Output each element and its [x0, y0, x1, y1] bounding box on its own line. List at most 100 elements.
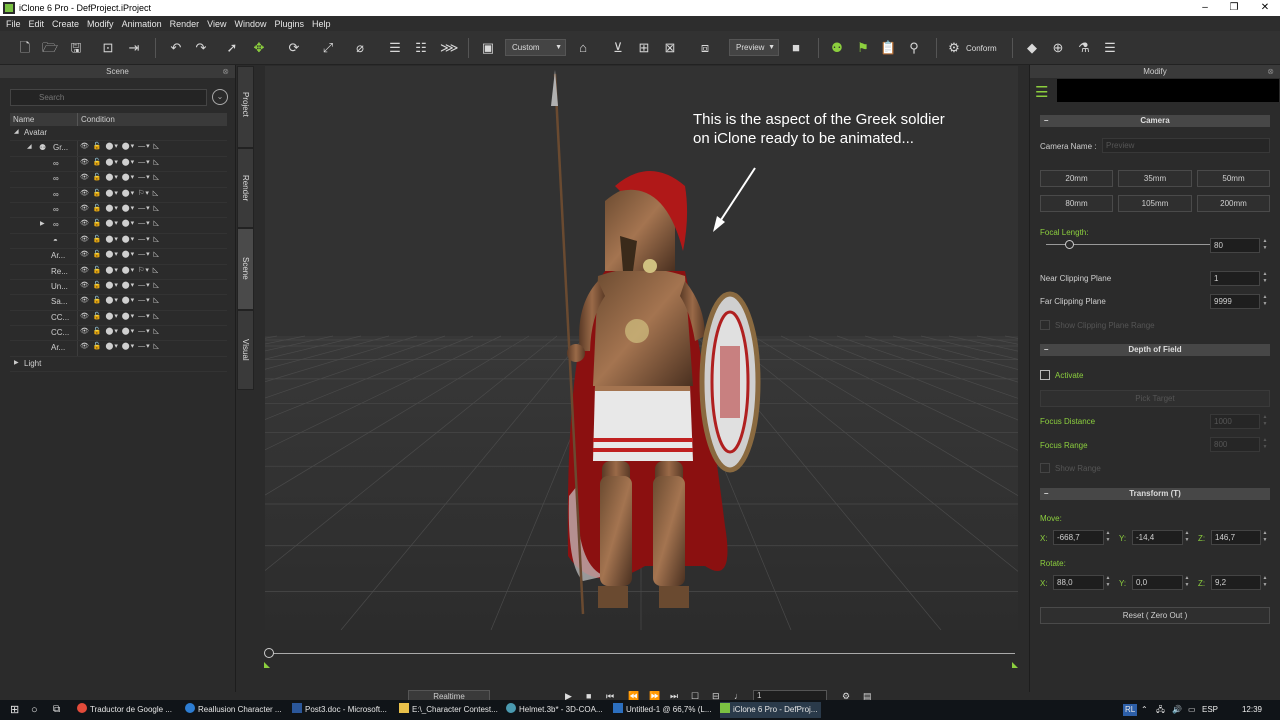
- view-dropdown[interactable]: Custom ▼: [505, 39, 566, 56]
- move-z-field[interactable]: 146,7: [1211, 530, 1261, 545]
- tree-row[interactable]: Re... 👁 🔓 ⬤▾ ⬤▾ ⚐▾ ◺: [10, 264, 227, 280]
- spinner-icon[interactable]: ▲ ▼: [1104, 530, 1112, 545]
- frame-selected-icon[interactable]: ⊞: [636, 40, 652, 56]
- move-x-field[interactable]: -668,7: [1053, 530, 1104, 545]
- condition-icons[interactable]: 👁 🔓 ⬤▾ ⬤▾ —▾ ◺: [80, 158, 160, 166]
- taskbar-item-word[interactable]: Post3.doc - Microsoft...: [292, 702, 393, 718]
- panel-close-icon[interactable]: ⊗: [1267, 65, 1274, 78]
- condition-icons[interactable]: 👁 🔓 ⬤▾ ⬤▾ —▾ ◺: [80, 327, 160, 335]
- col-condition[interactable]: Condition: [78, 113, 115, 126]
- camera-section-header[interactable]: – Camera: [1040, 115, 1270, 127]
- rotate-gizmo-icon[interactable]: ⟳: [286, 40, 302, 56]
- move-gizmo-icon[interactable]: ✥: [251, 40, 267, 56]
- menu-plugins[interactable]: Plugins: [275, 19, 305, 29]
- tree-row[interactable]: ◢ ⚉ Gr... 👁 🔓 ⬤▾ ⬤▾ —▾ ◺: [10, 141, 227, 157]
- menu-modify[interactable]: Modify: [87, 19, 114, 29]
- video-camera-icon[interactable]: ■: [788, 40, 804, 56]
- timeline-playhead[interactable]: [264, 648, 274, 658]
- taskbar-item-edge[interactable]: Reallusion Character ...: [185, 702, 286, 718]
- col-name[interactable]: Name: [10, 113, 78, 126]
- language-indicator[interactable]: ESP: [1202, 705, 1218, 714]
- menu-file[interactable]: File: [6, 19, 21, 29]
- search-input[interactable]: [10, 89, 207, 106]
- tray-chevron-icon[interactable]: ⌃: [1141, 702, 1148, 718]
- menu-edit[interactable]: Edit: [29, 19, 45, 29]
- transform-section-header[interactable]: – Transform (T): [1040, 488, 1270, 500]
- expand-arrow-icon[interactable]: ▶: [14, 359, 19, 366]
- reset-zero-out-button[interactable]: Reset ( Zero Out ): [1040, 607, 1270, 624]
- cortana-search-icon[interactable]: ○: [31, 702, 38, 718]
- timeline-start-marker[interactable]: [264, 662, 270, 668]
- taskbar-item-photoshop[interactable]: Untitled-1 @ 66,7% (L...: [613, 702, 714, 718]
- scale-gizmo-icon[interactable]: ⤢: [320, 40, 336, 56]
- taskbar-item-3dcoat[interactable]: Helmet.3b* - 3D-COA...: [506, 702, 607, 718]
- conform-icon[interactable]: ⚙: [946, 40, 962, 56]
- distribute-tool-icon[interactable]: ☷: [413, 40, 429, 56]
- system-clock[interactable]: 12:39: [1242, 705, 1262, 714]
- lens-35mm-button[interactable]: 35mm: [1118, 170, 1192, 187]
- filter-icon[interactable]: ⌄: [212, 89, 228, 105]
- tree-row[interactable]: Ar... 👁 🔓 ⬤▾ ⬤▾ —▾ ◺: [10, 341, 227, 357]
- lens-200mm-button[interactable]: 200mm: [1197, 195, 1270, 212]
- spinner-icon[interactable]: ▲ ▼: [1261, 575, 1269, 590]
- lens-80mm-button[interactable]: 80mm: [1040, 195, 1113, 212]
- menu-animation[interactable]: Animation: [122, 19, 162, 29]
- expand-arrow-icon[interactable]: ◢: [27, 143, 32, 150]
- tree-row[interactable]: ▶ ∞ 👁 🔓 ⬤▾ ⬤▾ —▾ ◺: [10, 218, 227, 234]
- frame-down-icon[interactable]: ⊻: [610, 40, 626, 56]
- spinner-icon[interactable]: ▲ ▼: [1261, 414, 1269, 429]
- tree-row[interactable]: ∞ 👁 🔓 ⬤▾ ⬤▾ —▾ ◺: [10, 172, 227, 188]
- clipboard-icon[interactable]: 📋: [880, 40, 896, 56]
- tree-row[interactable]: ∞ 👁 🔓 ⬤▾ ⬤▾ ⚐▾ ◺: [10, 187, 227, 203]
- minimize-button[interactable]: –: [1190, 0, 1220, 16]
- volume-icon[interactable]: 🔊: [1172, 702, 1182, 718]
- link-tool-icon[interactable]: ⋙: [440, 40, 459, 56]
- taskbar-item-explorer[interactable]: E:\_Character Contest...: [399, 702, 500, 718]
- task-view-icon[interactable]: ⧉: [53, 702, 60, 718]
- rotate-y-field[interactable]: 0,0: [1132, 575, 1183, 590]
- undo-icon[interactable]: ↶: [168, 40, 184, 56]
- 3d-viewport[interactable]: This is the aspect of the Greek soldier …: [265, 66, 1018, 630]
- lens-20mm-button[interactable]: 20mm: [1040, 170, 1113, 187]
- menu-window[interactable]: Window: [234, 19, 266, 29]
- tab-project[interactable]: Project: [237, 66, 254, 148]
- tree-row[interactable]: Ar... 👁 🔓 ⬤▾ ⬤▾ —▾ ◺: [10, 249, 227, 265]
- spinner-icon[interactable]: ▲ ▼: [1261, 271, 1269, 286]
- condition-icons[interactable]: 👁 🔓 ⬤▾ ⬤▾ —▾ ◺: [80, 235, 160, 243]
- focal-length-field[interactable]: 80: [1210, 238, 1260, 253]
- import-icon[interactable]: ⊡: [100, 40, 116, 56]
- camera-name-field[interactable]: Preview: [1102, 138, 1270, 153]
- dof-section-header[interactable]: – Depth of Field: [1040, 344, 1270, 356]
- menu-create[interactable]: Create: [52, 19, 79, 29]
- tree-row[interactable]: ∞ 👁 🔓 ⬤▾ ⬤▾ —▾ ◺: [10, 156, 227, 173]
- dof-activate-checkbox[interactable]: [1040, 370, 1050, 380]
- condition-icons[interactable]: 👁 🔓 ⬤▾ ⬤▾ —▾ ◺: [80, 173, 160, 181]
- focal-length-slider-thumb[interactable]: [1065, 240, 1075, 249]
- fit-view-icon[interactable]: ⧈: [697, 40, 713, 56]
- tab-scene[interactable]: Scene: [237, 228, 254, 310]
- save-icon[interactable]: 🖫: [68, 40, 84, 56]
- camera-view-icon[interactable]: ▣: [480, 40, 496, 56]
- condition-icons[interactable]: 👁 🔓 ⬤▾ ⬤▾ ⚐▾ ◺: [80, 266, 159, 274]
- rotate-z-field[interactable]: 9,2: [1211, 575, 1261, 590]
- home-view-icon[interactable]: ⌂: [575, 40, 591, 56]
- zoom-extent-icon[interactable]: ⊠: [662, 40, 678, 56]
- diamond-key-icon[interactable]: ◆: [1024, 40, 1040, 56]
- spinner-icon[interactable]: ▲ ▼: [1261, 294, 1269, 309]
- condition-icons[interactable]: 👁 🔓 ⬤▾ ⬤▾ ⚐▾ ◺: [80, 189, 159, 197]
- show-range-checkbox[interactable]: [1040, 463, 1050, 473]
- expand-arrow-icon[interactable]: ▶: [40, 220, 45, 227]
- align-tool-icon[interactable]: ☰: [387, 40, 403, 56]
- pick-target-button[interactable]: Pick Target: [1040, 390, 1270, 407]
- tray-rl-badge[interactable]: RL: [1123, 704, 1138, 716]
- far-clipping-field[interactable]: 9999: [1210, 294, 1260, 309]
- list-settings-icon[interactable]: ☰: [1102, 40, 1118, 56]
- tree-row[interactable]: CC... 👁 🔓 ⬤▾ ⬤▾ —▾ ◺: [10, 326, 227, 342]
- spinner-icon[interactable]: ▲ ▼: [1104, 575, 1112, 590]
- export-icon[interactable]: ⇥: [126, 40, 142, 56]
- taskbar-item-chrome[interactable]: Traductor de Google ...: [77, 702, 181, 718]
- select-arrow-icon[interactable]: ➚: [224, 40, 240, 56]
- condition-icons[interactable]: 👁 🔓 ⬤▾ ⬤▾ —▾ ◺: [80, 219, 160, 227]
- sliders-icon[interactable]: ☰: [1035, 83, 1048, 101]
- panel-close-icon[interactable]: ⊗: [222, 65, 229, 78]
